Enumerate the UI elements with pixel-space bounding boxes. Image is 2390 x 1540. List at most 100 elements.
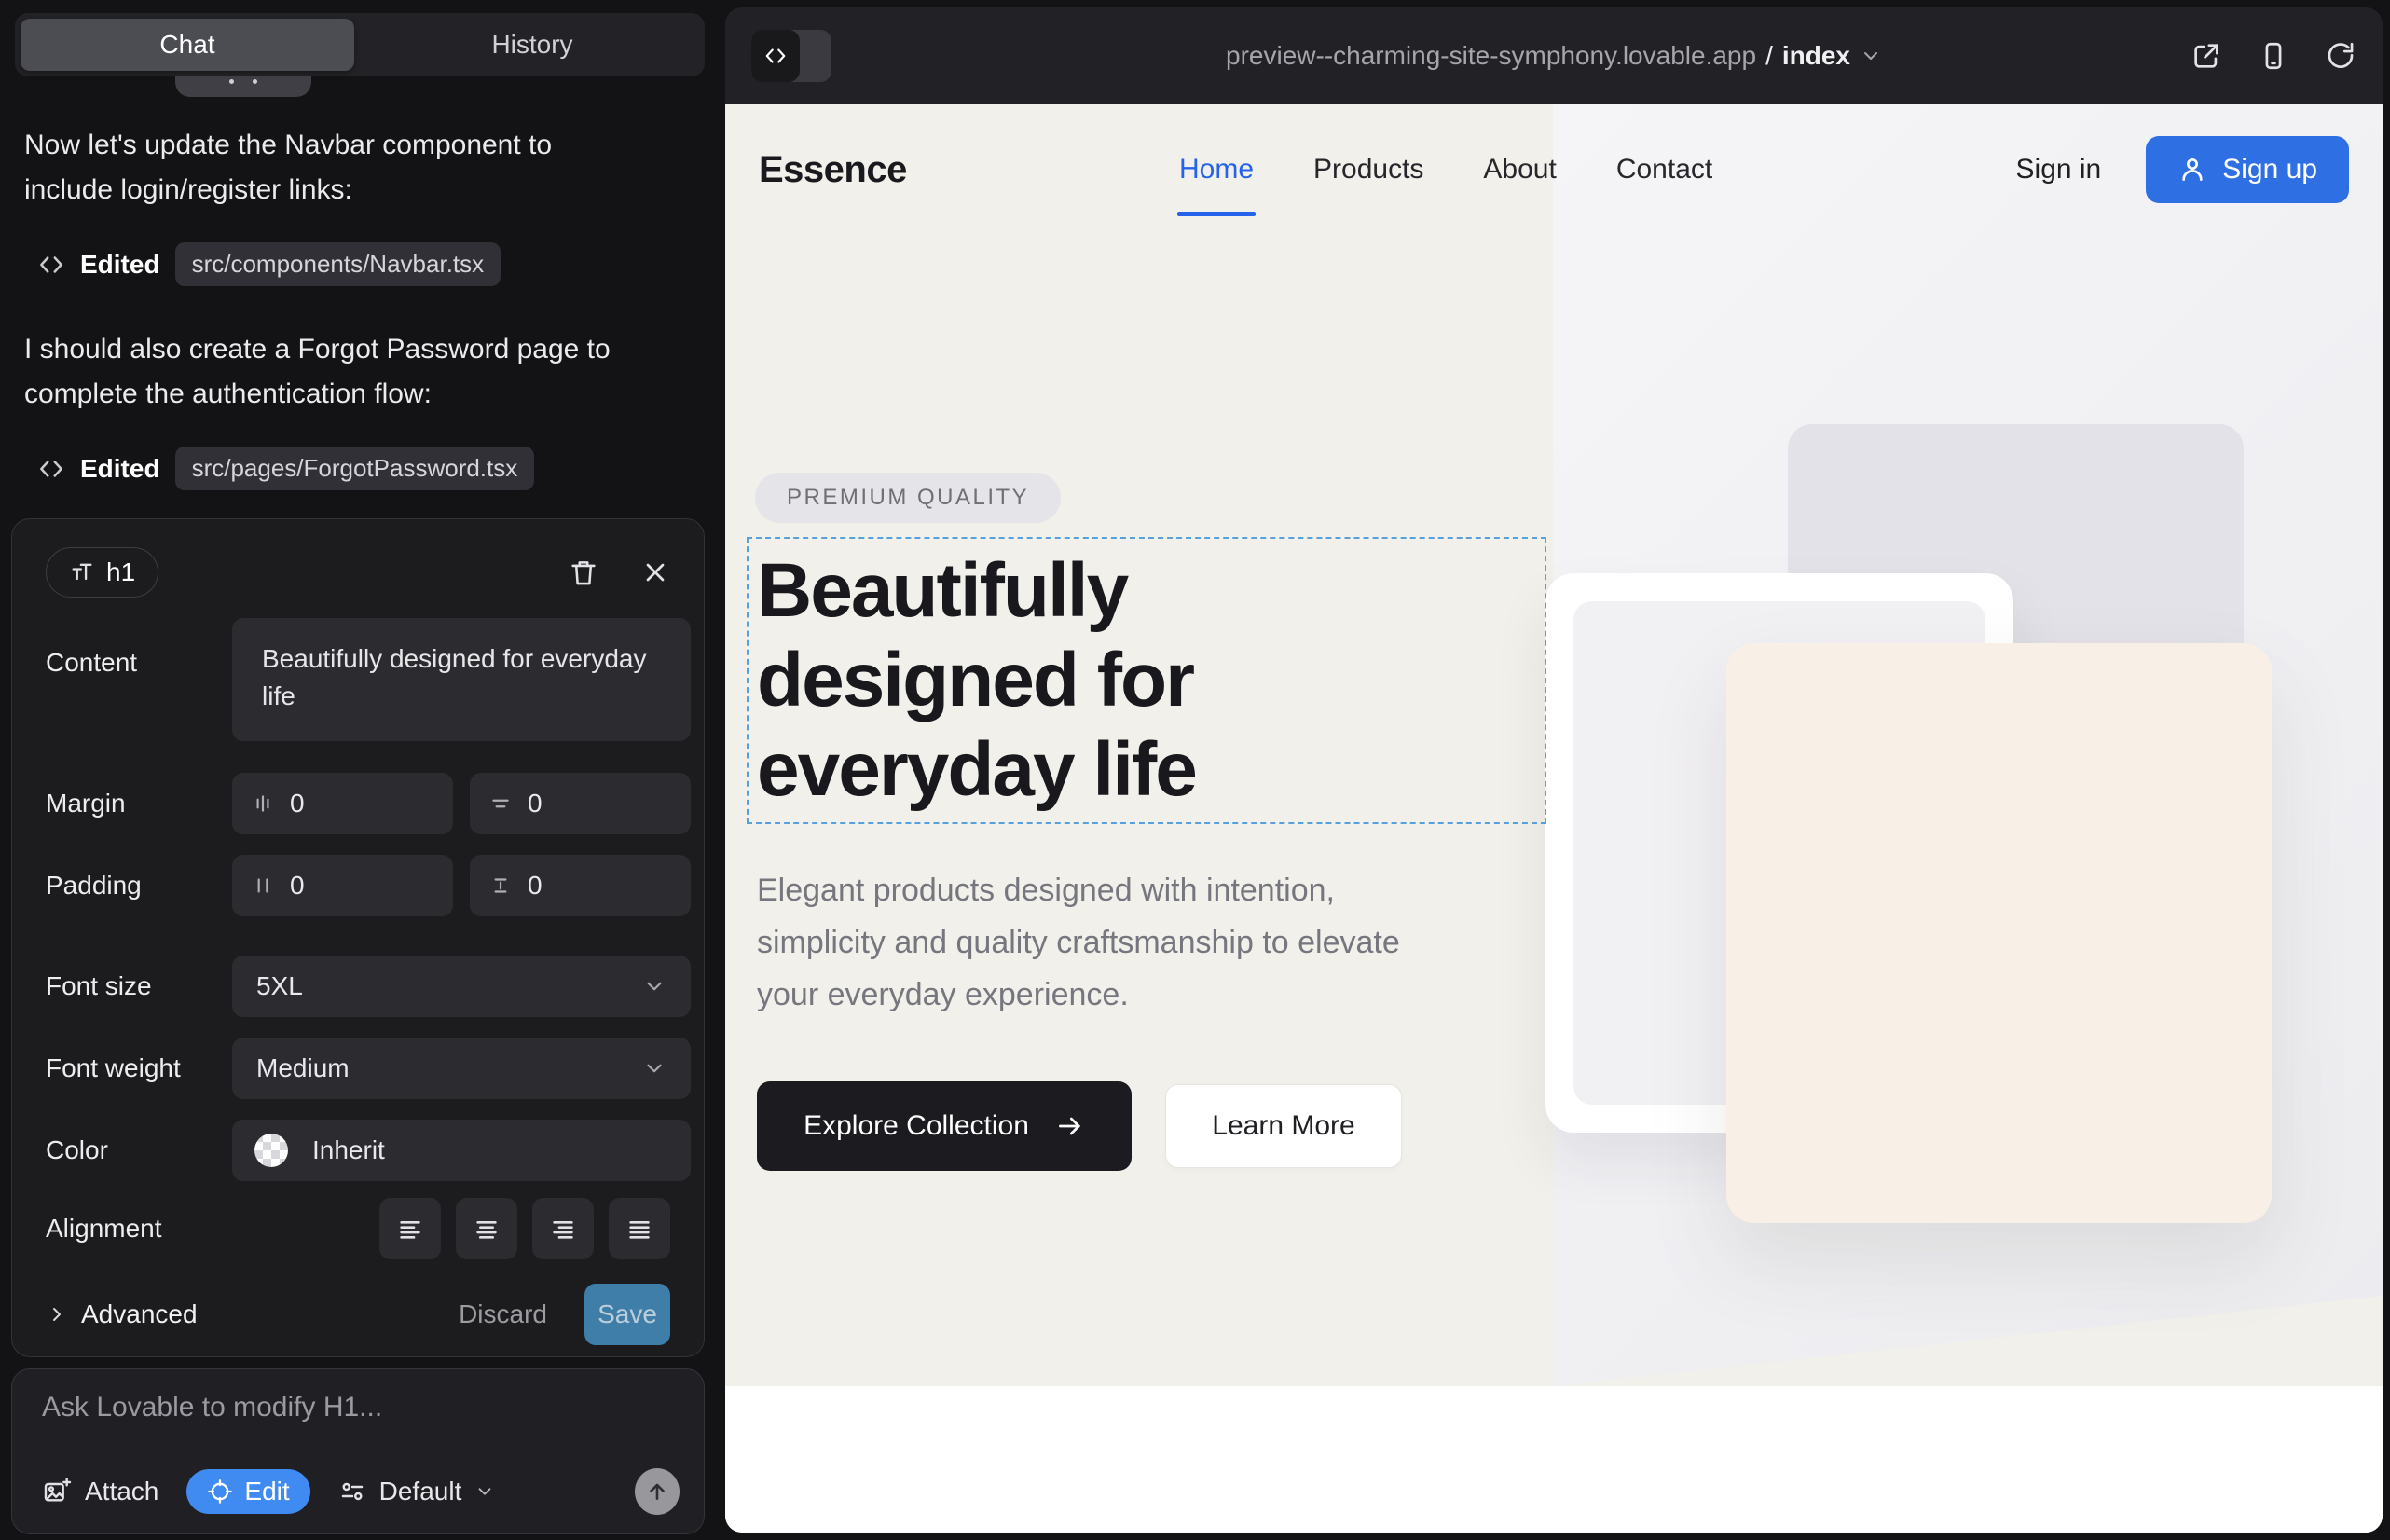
scrolled-chip-peek bbox=[175, 76, 311, 97]
sign-up-button[interactable]: Sign up bbox=[2146, 136, 2349, 203]
advanced-toggle[interactable]: Advanced bbox=[46, 1299, 198, 1329]
hero-content: PREMIUM QUALITY Beautifully designed for… bbox=[755, 104, 1594, 1533]
color-value: Inherit bbox=[312, 1135, 385, 1165]
attach-label: Attach bbox=[85, 1477, 158, 1506]
align-center-button[interactable] bbox=[456, 1198, 517, 1259]
font-size-value: 5XL bbox=[256, 971, 303, 1001]
align-justify-button[interactable] bbox=[609, 1198, 670, 1259]
sidebar-tabs: Chat History bbox=[15, 13, 705, 76]
element-tag-chip[interactable]: h1 bbox=[46, 547, 158, 598]
crosshair-icon bbox=[207, 1478, 233, 1505]
sign-in-button[interactable]: Sign in bbox=[2016, 154, 2102, 186]
hero-headline[interactable]: Beautifully designed for everyday life bbox=[757, 546, 1545, 815]
explore-collection-button[interactable]: Explore Collection bbox=[757, 1081, 1132, 1171]
discard-button[interactable]: Discard bbox=[459, 1299, 547, 1329]
attach-image-icon bbox=[42, 1477, 72, 1506]
edited-file-pill[interactable]: src/components/Navbar.tsx bbox=[175, 242, 501, 286]
arrow-right-icon bbox=[1055, 1111, 1085, 1141]
tab-chat[interactable]: Chat bbox=[21, 19, 354, 71]
chevron-down-icon bbox=[642, 974, 666, 998]
chat-messages: Now let's update the Navbar component to… bbox=[24, 123, 690, 531]
chat-composer[interactable]: Ask Lovable to modify H1... Attach Edit … bbox=[11, 1368, 705, 1534]
chevron-down-icon bbox=[1860, 45, 1882, 67]
url-bar[interactable]: preview--charming-site-symphony.lovable.… bbox=[1226, 41, 1882, 71]
margin-label: Margin bbox=[46, 789, 232, 818]
assistant-message: I should also create a Forgot Password p… bbox=[24, 327, 643, 417]
nav-link-products[interactable]: Products bbox=[1313, 154, 1423, 186]
alignment-label: Alignment bbox=[46, 1214, 232, 1244]
color-label: Color bbox=[46, 1135, 232, 1165]
tab-history[interactable]: History bbox=[365, 19, 699, 71]
chevron-down-icon bbox=[474, 1481, 495, 1502]
advanced-label: Advanced bbox=[81, 1299, 198, 1329]
align-right-icon bbox=[548, 1214, 578, 1244]
decorative-card-beige bbox=[1726, 643, 2272, 1223]
chevron-right-icon bbox=[46, 1303, 68, 1326]
hero-paragraph: Elegant products designed with intention… bbox=[757, 864, 1449, 1021]
padding-label: Padding bbox=[46, 871, 232, 901]
nav-link-contact[interactable]: Contact bbox=[1616, 154, 1712, 186]
margin-y-input[interactable]: 0 bbox=[470, 773, 691, 834]
padding-x-value: 0 bbox=[290, 871, 305, 901]
trash-icon bbox=[568, 557, 599, 588]
site-navbar: Essence Home Products About Contact Sign… bbox=[725, 104, 2383, 235]
refresh-button[interactable] bbox=[2325, 40, 2356, 72]
open-in-new-tab-button[interactable] bbox=[2191, 40, 2222, 72]
element-tag-label: h1 bbox=[106, 557, 135, 587]
delete-element-button[interactable] bbox=[568, 557, 599, 588]
send-button[interactable] bbox=[635, 1468, 680, 1515]
refresh-icon bbox=[2325, 40, 2356, 72]
close-editor-button[interactable] bbox=[640, 557, 670, 587]
color-picker[interactable]: Inherit bbox=[232, 1120, 691, 1181]
sign-up-label: Sign up bbox=[2222, 154, 2317, 186]
composer-placeholder[interactable]: Ask Lovable to modify H1... bbox=[42, 1392, 674, 1423]
selected-element-outline[interactable]: Beautifully designed for everyday life bbox=[747, 537, 1546, 824]
padding-vertical-icon bbox=[488, 873, 513, 898]
code-icon bbox=[751, 30, 800, 82]
url-domain: preview--charming-site-symphony.lovable.… bbox=[1226, 41, 1756, 71]
edited-file-row: Edited src/components/Navbar.tsx bbox=[37, 242, 690, 286]
external-link-icon bbox=[2191, 40, 2222, 72]
sliders-icon bbox=[338, 1478, 366, 1506]
nav-link-home[interactable]: Home bbox=[1179, 154, 1254, 186]
save-button[interactable]: Save bbox=[584, 1284, 670, 1345]
url-separator: / bbox=[1765, 41, 1773, 71]
font-weight-value: Medium bbox=[256, 1053, 350, 1083]
edited-label: Edited bbox=[80, 250, 160, 280]
close-icon bbox=[640, 557, 670, 587]
edited-file-row: Edited src/pages/ForgotPassword.tsx bbox=[37, 447, 690, 490]
mobile-view-button[interactable] bbox=[2258, 40, 2289, 72]
explore-collection-label: Explore Collection bbox=[804, 1110, 1029, 1142]
edited-file-pill[interactable]: src/pages/ForgotPassword.tsx bbox=[175, 447, 535, 490]
font-weight-select[interactable]: Medium bbox=[232, 1038, 691, 1099]
smartphone-icon bbox=[2258, 40, 2289, 72]
site-logo[interactable]: Essence bbox=[759, 149, 907, 191]
align-right-button[interactable] bbox=[532, 1198, 594, 1259]
font-weight-label: Font weight bbox=[46, 1053, 232, 1083]
code-icon bbox=[37, 455, 65, 483]
transparent-swatch-icon bbox=[254, 1134, 288, 1167]
edit-label: Edit bbox=[244, 1477, 289, 1506]
mode-selector[interactable]: Default bbox=[338, 1477, 496, 1506]
browser-toolbar: preview--charming-site-symphony.lovable.… bbox=[725, 7, 2383, 104]
margin-horizontal-icon bbox=[251, 791, 275, 816]
url-page: index bbox=[1782, 41, 1850, 71]
nav-link-about[interactable]: About bbox=[1483, 154, 1556, 186]
margin-x-input[interactable]: 0 bbox=[232, 773, 453, 834]
padding-x-input[interactable]: 0 bbox=[232, 855, 453, 916]
premium-quality-badge: PREMIUM QUALITY bbox=[755, 473, 1061, 523]
learn-more-button[interactable]: Learn More bbox=[1165, 1084, 1402, 1168]
rendered-site: Essence Home Products About Contact Sign… bbox=[725, 104, 2383, 1533]
font-size-select[interactable]: 5XL bbox=[232, 956, 691, 1017]
attach-button[interactable]: Attach bbox=[42, 1477, 158, 1506]
code-preview-toggle[interactable] bbox=[751, 30, 831, 82]
element-editor-panel: h1 Content Beautifully designed for ever… bbox=[11, 518, 705, 1357]
padding-y-input[interactable]: 0 bbox=[470, 855, 691, 916]
type-icon bbox=[69, 559, 95, 585]
align-left-button[interactable] bbox=[379, 1198, 441, 1259]
chat-sidebar: Chat History Now let's update the Navbar… bbox=[0, 0, 718, 1540]
margin-x-value: 0 bbox=[290, 789, 305, 818]
content-input[interactable]: Beautifully designed for everyday life bbox=[232, 618, 691, 741]
assistant-message: Now let's update the Navbar component to… bbox=[24, 123, 643, 213]
edit-mode-button[interactable]: Edit bbox=[186, 1469, 309, 1514]
